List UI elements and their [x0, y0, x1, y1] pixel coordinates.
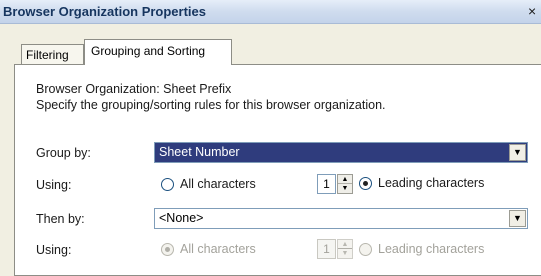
group-by-all-characters-label: All characters [180, 177, 256, 191]
then-by-dropdown[interactable]: <None> ▼ [154, 208, 528, 229]
chevron-down-icon[interactable]: ▼ [509, 210, 526, 227]
spin-up-icon[interactable]: ▲ [338, 175, 352, 184]
window-title: Browser Organization Properties [3, 4, 206, 19]
group-by-spinner[interactable]: ▲ ▼ [337, 174, 353, 194]
spin-down-icon[interactable]: ▼ [338, 184, 352, 193]
grouping-sorting-panel: Browser Organization: Sheet Prefix Speci… [14, 64, 541, 276]
dialog-body: Filtering Grouping and Sorting Browser O… [0, 24, 541, 276]
then-by-all-characters-label: All characters [180, 242, 256, 256]
spin-down-icon[interactable]: ▼ [338, 249, 352, 258]
group-by-dropdown[interactable]: Sheet Number ▼ [154, 142, 528, 163]
group-by-leading-count[interactable]: 1 [317, 174, 336, 194]
then-by-all-characters-radio[interactable] [161, 243, 174, 256]
then-by-leading-characters-radio[interactable] [359, 243, 372, 256]
browser-organization-name: Browser Organization: Sheet Prefix [36, 82, 232, 96]
tab-grouping-and-sorting[interactable]: Grouping and Sorting [84, 39, 232, 65]
then-by-value: <None> [159, 211, 204, 225]
then-by-using-label: Using: [36, 243, 72, 257]
then-by-label: Then by: [36, 212, 85, 226]
panel-description: Specify the grouping/sorting rules for t… [36, 98, 386, 112]
group-by-value: Sheet Number [159, 145, 240, 159]
group-by-label: Group by: [36, 146, 91, 160]
close-icon[interactable]: × [528, 3, 540, 19]
group-by-leading-characters-radio[interactable] [359, 177, 372, 190]
group-by-using-label: Using: [36, 178, 72, 192]
then-by-leading-count[interactable]: 1 [317, 239, 336, 259]
title-bar: Browser Organization Properties × [0, 0, 541, 24]
group-by-all-characters-radio[interactable] [161, 178, 174, 191]
spin-up-icon[interactable]: ▲ [338, 240, 352, 249]
group-by-leading-characters-label: Leading characters [378, 176, 485, 190]
tab-filtering[interactable]: Filtering [21, 44, 84, 64]
then-by-spinner[interactable]: ▲ ▼ [337, 239, 353, 259]
chevron-down-icon[interactable]: ▼ [509, 144, 526, 161]
then-by-leading-characters-label: Leading characters [378, 242, 485, 256]
